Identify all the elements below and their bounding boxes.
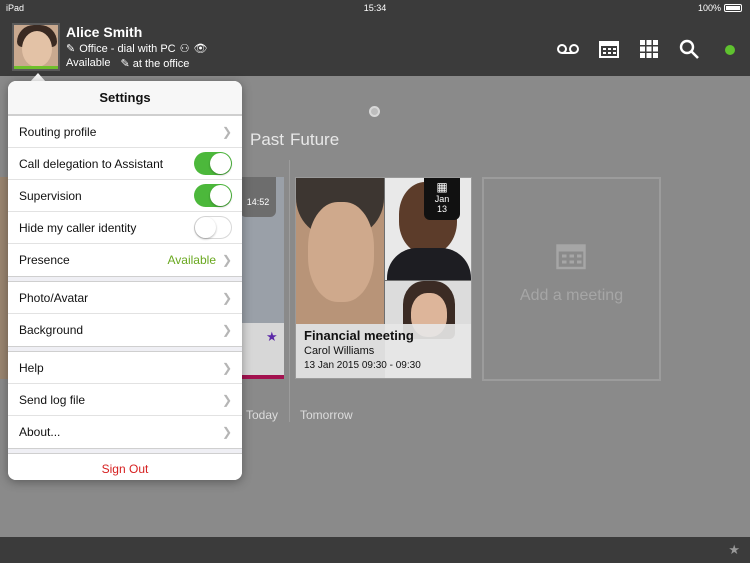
user-name: Alice Smith bbox=[66, 24, 143, 40]
chevron-right-icon: ❯ bbox=[221, 253, 232, 267]
day-divider bbox=[289, 160, 290, 422]
presence-line[interactable]: Available ✎ at the office bbox=[66, 57, 189, 70]
call-delegation-toggle[interactable] bbox=[194, 152, 232, 175]
call-delegation-label: Call delegation to Assistant bbox=[19, 156, 164, 171]
battery-status: 100% bbox=[698, 3, 742, 13]
help-item[interactable]: Help ❯ bbox=[8, 352, 242, 384]
meeting-date-badge: ▦ Jan 13 bbox=[424, 178, 460, 220]
help-label: Help bbox=[19, 360, 44, 375]
participant-photo bbox=[296, 178, 384, 324]
call-time: 14:52 bbox=[246, 197, 270, 207]
presence-value: Available bbox=[167, 253, 216, 267]
about-item[interactable]: About... ❯ bbox=[8, 416, 242, 448]
calendar-icon: ▦ bbox=[436, 180, 448, 194]
status-bar: iPad 15:34 100% bbox=[0, 0, 750, 16]
chevron-right-icon: ❯ bbox=[221, 425, 232, 439]
avatar[interactable] bbox=[12, 23, 60, 71]
pencil-icon: ✎ bbox=[120, 58, 130, 70]
call-delegation-item: Call delegation to Assistant bbox=[8, 148, 242, 180]
battery-icon bbox=[724, 4, 742, 12]
routing-profile-label: Routing profile bbox=[19, 124, 97, 139]
routing-profile-text: Office - dial with PC bbox=[79, 42, 176, 55]
presence-indicator bbox=[14, 66, 58, 69]
hide-caller-label: Hide my caller identity bbox=[19, 220, 137, 235]
calendar-icon bbox=[556, 241, 586, 279]
presence-label: Presence bbox=[19, 253, 70, 267]
search-icon[interactable] bbox=[678, 38, 700, 60]
location-line: ✎ at the office bbox=[120, 57, 189, 70]
send-log-label: Send log file bbox=[19, 392, 86, 407]
timeline-scroll-indicator[interactable] bbox=[369, 106, 380, 117]
calendar-icon[interactable] bbox=[598, 38, 620, 60]
photo-avatar-label: Photo/Avatar bbox=[19, 290, 89, 305]
presence-item[interactable]: Presence Available ❯ bbox=[8, 244, 242, 276]
chevron-right-icon: ❯ bbox=[221, 125, 232, 139]
settings-group-appearance: Photo/Avatar ❯ Background ❯ bbox=[8, 281, 242, 347]
settings-title: Settings bbox=[8, 81, 242, 115]
chevron-right-icon: ❯ bbox=[221, 291, 232, 305]
photo-avatar-item[interactable]: Photo/Avatar ❯ bbox=[8, 282, 242, 314]
delegation-icon: ⚇ bbox=[179, 43, 190, 55]
routing-line[interactable]: ✎ Office - dial with PC ⚇ 👁 bbox=[66, 42, 208, 56]
send-log-item[interactable]: Send log file ❯ bbox=[8, 384, 242, 416]
favorite-star-icon: ★ bbox=[266, 329, 278, 344]
routing-profile-item[interactable]: Routing profile ❯ bbox=[8, 116, 242, 148]
call-card[interactable]: 14:52 ★ bbox=[236, 177, 284, 379]
eye-icon: 👁 bbox=[193, 43, 208, 55]
chevron-right-icon: ❯ bbox=[221, 393, 232, 407]
tab-past[interactable]: Past bbox=[250, 130, 284, 150]
meeting-title: Financial meeting bbox=[304, 328, 414, 343]
add-meeting-label: Add a meeting bbox=[519, 287, 624, 304]
meeting-info: Financial meeting Carol Williams 13 Jan … bbox=[296, 324, 471, 378]
supervision-label: Supervision bbox=[19, 188, 82, 203]
battery-percent: 100% bbox=[697, 3, 721, 13]
about-label: About... bbox=[19, 425, 61, 439]
background-label: Background bbox=[19, 323, 84, 337]
settings-group-support: Help ❯ Send log file ❯ About... ❯ bbox=[8, 351, 242, 449]
day-label-today: Today bbox=[246, 408, 279, 422]
day-label-tomorrow: Tomorrow bbox=[300, 408, 353, 422]
card-accent-bar bbox=[236, 375, 284, 379]
meeting-time: 13 Jan 2015 09:30 - 09:30 bbox=[304, 360, 421, 371]
hide-caller-toggle[interactable] bbox=[194, 216, 232, 239]
clock: 15:34 bbox=[363, 3, 387, 13]
settings-group-calls: Routing profile ❯ Call delegation to Ass… bbox=[8, 115, 242, 277]
badge-month: Jan bbox=[434, 194, 450, 204]
meeting-organizer: Carol Williams bbox=[304, 345, 375, 357]
voicemail-icon[interactable] bbox=[557, 38, 579, 60]
apps-grid-icon[interactable] bbox=[638, 38, 660, 60]
sign-out-button[interactable]: Sign Out bbox=[8, 453, 242, 480]
tab-future[interactable]: Future bbox=[290, 130, 339, 150]
presence-text: Available bbox=[66, 57, 111, 69]
settings-popover: Settings Routing profile ❯ Call delegati… bbox=[8, 81, 242, 480]
supervision-toggle[interactable] bbox=[194, 184, 232, 207]
app-header: Alice Smith ✎ Office - dial with PC ⚇ 👁 … bbox=[0, 16, 750, 76]
location-text: at the office bbox=[132, 58, 190, 70]
chevron-right-icon: ❯ bbox=[221, 323, 232, 337]
call-badge: 14:52 bbox=[240, 177, 276, 217]
meeting-card[interactable]: ▦ Jan 13 Financial meeting Carol William… bbox=[295, 177, 472, 379]
favorites-star-icon[interactable]: ★ bbox=[728, 542, 740, 558]
badge-day: 13 bbox=[436, 204, 447, 214]
supervision-item: Supervision bbox=[8, 180, 242, 212]
bottom-bar: ★ bbox=[0, 537, 750, 563]
online-status-dot bbox=[725, 45, 735, 55]
chevron-right-icon: ❯ bbox=[221, 361, 232, 375]
pencil-icon: ✎ bbox=[66, 43, 76, 55]
background-item[interactable]: Background ❯ bbox=[8, 314, 242, 346]
timeline-tabs: Past Future bbox=[250, 130, 339, 150]
add-meeting-card[interactable]: Add a meeting bbox=[482, 177, 661, 381]
hide-caller-item: Hide my caller identity bbox=[8, 212, 242, 244]
